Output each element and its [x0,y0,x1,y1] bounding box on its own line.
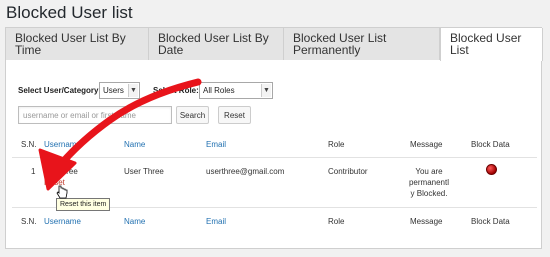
page-title: Blocked User list [6,3,133,22]
search-input[interactable]: username or email or first name [18,106,172,124]
message-line: permanentl [408,178,450,187]
tab-by-date[interactable]: Blocked User List By Date [149,28,284,60]
hand-cursor-icon [56,185,68,199]
tab-label: Blocked User List Permanently [293,31,387,57]
chevron-down-icon: ▼ [128,84,138,97]
footer-message: Message [410,217,443,226]
header-block-data: Block Data [471,140,510,149]
header-username[interactable]: Username [44,140,81,149]
role-label: Select Role: [153,86,199,95]
search-placeholder: username or email or first name [23,111,136,120]
footer-sn: S.N. [21,217,37,226]
category-value: Users [103,86,124,95]
row-username: userthree [44,167,78,176]
header-divider [12,157,537,158]
reset-tooltip: Reset this item [56,198,111,211]
message-line: You are [415,167,443,176]
tab-label: Blocked User List [450,31,522,57]
role-select[interactable]: All Roles ▼ [199,82,273,99]
footer-name[interactable]: Name [124,217,145,226]
role-value: All Roles [203,86,235,95]
tab-blocked-list[interactable]: Blocked User List [440,28,543,61]
reset-filters-button[interactable]: Reset [218,106,251,124]
row-sn: 1 [31,167,36,176]
footer-block-data: Block Data [471,217,510,226]
footer-username[interactable]: Username [44,217,81,226]
row-message: You are permanentl y Blocked. [405,166,453,199]
search-button[interactable]: Search [176,106,209,124]
blocked-users-panel: Blocked User List By Time Blocked User L… [5,27,543,249]
header-email[interactable]: Email [206,140,226,149]
header-name[interactable]: Name [124,140,145,149]
category-select[interactable]: Users ▼ [99,82,140,99]
message-line: y Blocked. [410,189,448,198]
row-email: userthree@gmail.com [206,167,285,176]
header-sn: S.N. [21,140,37,149]
tab-bar: Blocked User List By Time Blocked User L… [6,28,543,61]
chevron-down-icon: ▼ [261,84,271,97]
tab-permanently[interactable]: Blocked User List Permanently [284,28,440,60]
tab-label: Blocked User List By Date [158,31,269,57]
tab-by-time[interactable]: Blocked User List By Time [6,28,149,60]
category-label: Select User/Category: [18,86,102,95]
tab-label: Blocked User List By Time [15,31,126,57]
header-role: Role [328,140,345,149]
row-role: Contributor [328,167,368,176]
footer-email[interactable]: Email [206,217,226,226]
red-dot-icon [486,164,497,175]
row-name: User Three [124,167,164,176]
header-message: Message [410,140,443,149]
footer-role: Role [328,217,345,226]
